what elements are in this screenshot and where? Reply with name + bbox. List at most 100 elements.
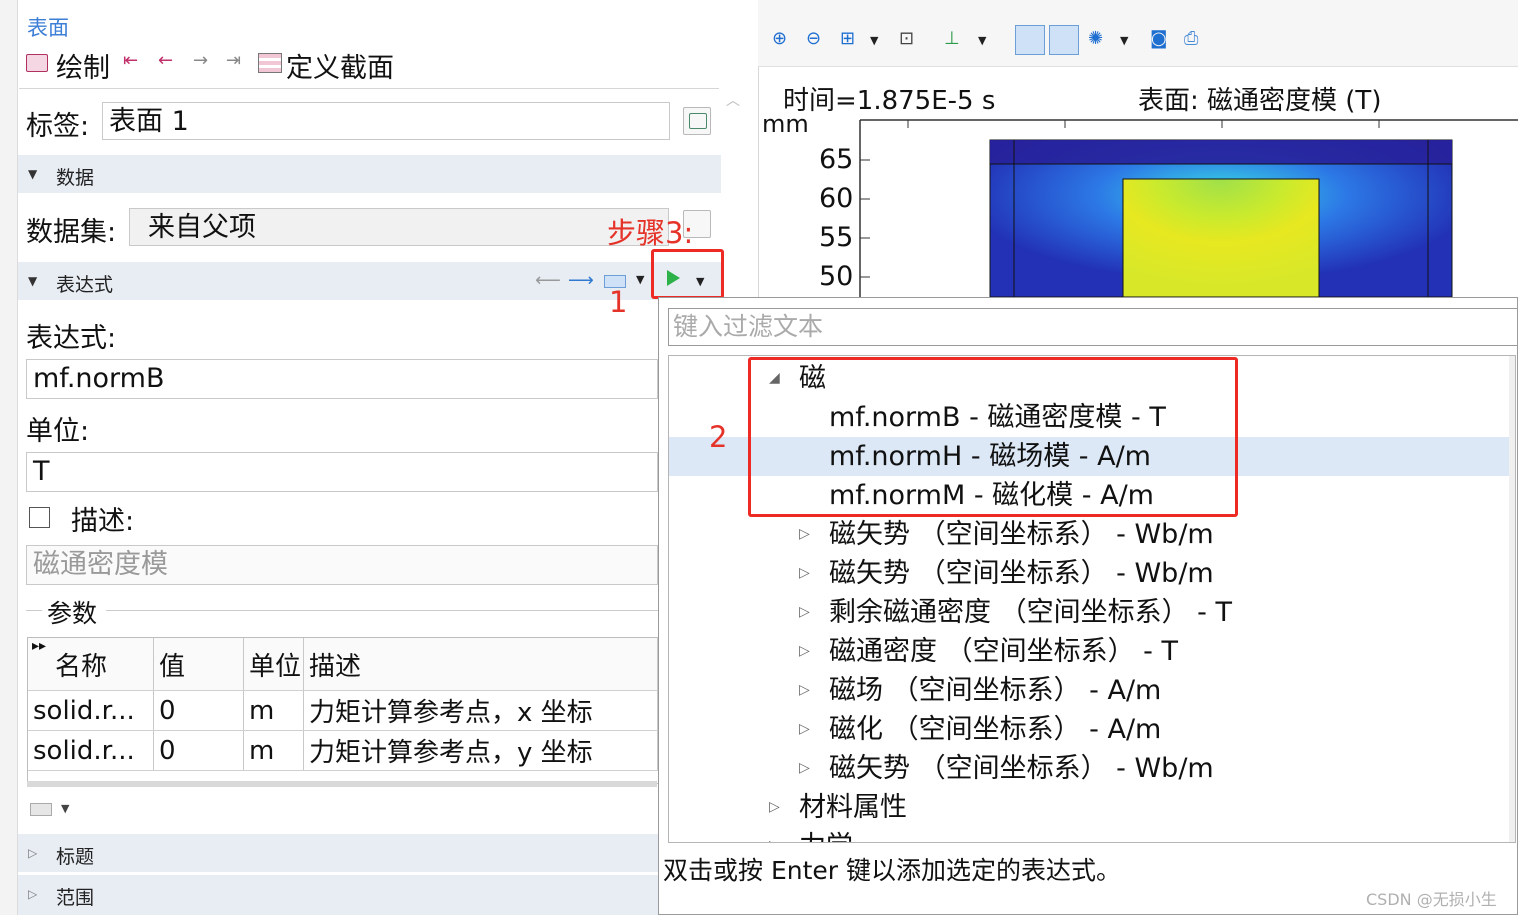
- chevron-down-icon[interactable]: ▼: [978, 34, 986, 47]
- collapsed-arrow-icon[interactable]: ▷: [769, 827, 780, 842]
- collapsed-arrow-icon[interactable]: ▷: [799, 593, 810, 632]
- axis-orientation-icon[interactable]: ⊥: [944, 28, 960, 49]
- y-tick-label: 50: [819, 261, 854, 292]
- cell-name[interactable]: solid.r...: [28, 690, 154, 731]
- collapsed-arrow-icon[interactable]: ▷: [799, 710, 810, 749]
- tree-item[interactable]: ▷ 磁通密度 （空间坐标系） - T: [669, 632, 1515, 671]
- camera-icon[interactable]: ◙: [1150, 28, 1167, 49]
- data-section-header[interactable]: ▼ 数据: [18, 155, 721, 193]
- highlight-box-step1: [651, 249, 724, 299]
- previous-icon[interactable]: ←: [158, 50, 173, 71]
- scroll-up-arrow[interactable]: ︿: [726, 90, 740, 110]
- cell-unit[interactable]: m: [243, 690, 304, 731]
- tree-item[interactable]: ▷ 剩余磁通密度 （空间坐标系） - T: [669, 593, 1515, 632]
- tree-item-label: 磁矢势 （空间坐标系） - Wb/m: [829, 558, 1214, 589]
- cell-name[interactable]: solid.r...: [28, 730, 154, 771]
- divider: [26, 610, 42, 611]
- label-input[interactable]: 表面 1: [102, 102, 670, 140]
- collapsed-arrow-icon[interactable]: ▷: [799, 671, 810, 710]
- legend-toggle-icon[interactable]: [1049, 25, 1079, 55]
- column-header-unit[interactable]: 单位: [243, 638, 304, 691]
- chevron-down-icon[interactable]: ▼: [636, 273, 644, 286]
- chevron-down-icon[interactable]: ▼: [1120, 34, 1128, 47]
- tree-scrollbar[interactable]: [1509, 356, 1515, 842]
- zoom-box-icon[interactable]: ⊞: [840, 28, 855, 49]
- plot-surface-label: 表面: 磁通密度模 (T): [1138, 86, 1382, 116]
- description-checkbox[interactable]: [29, 507, 50, 528]
- unit-label: 单位:: [26, 416, 90, 447]
- dataset-select[interactable]: 来自父项: [129, 208, 669, 246]
- tree-item-label: 力学: [799, 827, 853, 842]
- surface-plot[interactable]: [760, 115, 1518, 297]
- table-row[interactable]: solid.r... 0 m 力矩计算参考点，x 坐标: [28, 690, 658, 731]
- tree-item[interactable]: ▷ 磁矢势 （空间坐标系） - Wb/m: [669, 515, 1515, 554]
- plot-button[interactable]: 绘制: [56, 46, 110, 85]
- dataset-label: 数据集:: [26, 217, 117, 248]
- chevron-down-icon[interactable]: ▼: [61, 802, 69, 815]
- expand-columns-icon[interactable]: ▸▸: [32, 638, 46, 654]
- grid-toggle-icon[interactable]: [1015, 25, 1045, 55]
- tree-item-label: 磁通密度 （空间坐标系） - T: [829, 636, 1178, 667]
- cell-unit[interactable]: m: [243, 730, 304, 771]
- last-icon[interactable]: ⇥: [226, 50, 241, 71]
- table-tools-icon[interactable]: [30, 803, 52, 816]
- collapsed-arrow-icon[interactable]: ▷: [769, 788, 780, 827]
- tree-item[interactable]: ▷ 磁矢势 （空间坐标系） - Wb/m: [669, 554, 1515, 593]
- cell-description[interactable]: 力矩计算参考点，y 坐标: [303, 730, 658, 771]
- comment-button[interactable]: [683, 107, 711, 135]
- collapse-icon: ▼: [28, 274, 38, 288]
- table-scrollbar[interactable]: [27, 781, 657, 787]
- cell-description[interactable]: 力矩计算参考点，x 坐标: [303, 690, 658, 731]
- tree-item-label: 磁矢势 （空间坐标系） - Wb/m: [829, 519, 1214, 550]
- column-header-value[interactable]: 值: [153, 638, 244, 691]
- column-header-name[interactable]: ▸▸ 名称: [28, 638, 154, 691]
- filter-input[interactable]: 键入过滤文本: [668, 308, 1518, 346]
- cell-value[interactable]: 0: [153, 730, 244, 771]
- unit-input[interactable]: T: [26, 452, 658, 492]
- forward-icon[interactable]: ⟶: [568, 270, 594, 291]
- cell-value[interactable]: 0: [153, 690, 244, 731]
- collapsed-arrow-icon[interactable]: ▷: [799, 554, 810, 593]
- next-icon[interactable]: →: [193, 50, 208, 71]
- tree-item[interactable]: ▷ 磁场 （空间坐标系） - A/m: [669, 671, 1515, 710]
- collapse-icon: ▼: [28, 167, 38, 181]
- tree-item[interactable]: ▷ 磁化 （空间坐标系） - A/m: [669, 710, 1515, 749]
- marker-1: 1: [609, 285, 628, 319]
- description-input[interactable]: 磁通密度模: [26, 545, 658, 585]
- params-title: 参数: [47, 599, 98, 628]
- tree-item[interactable]: ▷ 磁矢势 （空间坐标系） - Wb/m: [669, 749, 1515, 788]
- expression-input[interactable]: mf.normB: [26, 359, 658, 399]
- chevron-down-icon[interactable]: ▼: [870, 34, 878, 47]
- tree-item-label: 磁化 （空间坐标系） - A/m: [829, 714, 1162, 745]
- expand-icon: ▷: [28, 846, 38, 860]
- collapsed-arrow-icon[interactable]: ▷: [799, 749, 810, 788]
- column-header-description[interactable]: 描述: [303, 638, 658, 691]
- zoom-in-icon[interactable]: ⊕: [772, 28, 787, 49]
- description-label: 描述:: [71, 506, 135, 537]
- table-row[interactable]: solid.r... 0 m 力矩计算参考点，y 坐标: [28, 730, 658, 771]
- tree-item[interactable]: ▷ 力学: [669, 827, 1515, 842]
- back-icon[interactable]: ⟵: [535, 270, 561, 291]
- first-icon[interactable]: ⇤: [123, 50, 138, 71]
- collapsed-arrow-icon[interactable]: ▷: [799, 515, 810, 554]
- zoom-extents-icon[interactable]: ⊡: [899, 28, 914, 49]
- expression-section-title: 表达式: [56, 274, 114, 296]
- y-tick-label: 60: [819, 183, 854, 214]
- divider: [19, 88, 719, 89]
- print-icon[interactable]: ⎙: [1184, 28, 1198, 49]
- breadcrumb-link[interactable]: 表面: [27, 12, 69, 42]
- zoom-out-icon[interactable]: ⊖: [806, 28, 821, 49]
- scene-light-icon[interactable]: ✺: [1088, 28, 1103, 49]
- section-icon[interactable]: [258, 53, 282, 73]
- title-section-header[interactable]: ▷ 标题: [18, 834, 721, 872]
- expression-label: 表达式:: [26, 323, 117, 354]
- range-section-header[interactable]: ▷ 范围: [18, 875, 721, 915]
- panel-gutter: [0, 0, 18, 915]
- graphics-toolbar: ⊕ ⊖ ⊞ ▼ ⊡ ⊥ ▼ ✺ ▼ ◙ ⎙: [758, 0, 1518, 67]
- tree-item[interactable]: ▷ 材料属性: [669, 788, 1515, 827]
- collapsed-arrow-icon[interactable]: ▷: [799, 632, 810, 671]
- plot-icon[interactable]: [26, 54, 48, 72]
- define-section-button[interactable]: 定义截面: [286, 46, 394, 85]
- highlight-box-step2: [748, 357, 1238, 517]
- range-section-title: 范围: [56, 887, 95, 909]
